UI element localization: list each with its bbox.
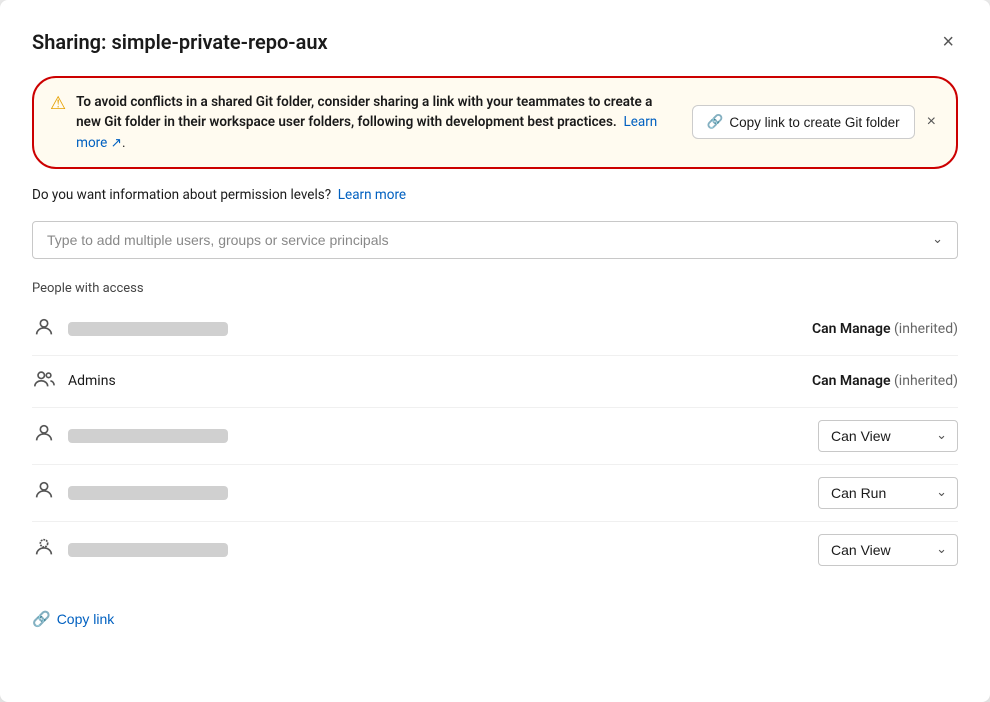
- blurred-name: [68, 486, 228, 500]
- person-left: [32, 422, 228, 449]
- person-row: Can View Can Edit Can Run Can Manage ⌄: [32, 408, 958, 465]
- blurred-name: [68, 429, 228, 443]
- copy-link-button[interactable]: 🔗 Copy link: [32, 610, 114, 628]
- person-row: Admins Can Manage (inherited): [32, 356, 958, 408]
- person-left: [32, 479, 228, 506]
- people-list: Can Manage (inherited) Admins Can Manage…: [32, 304, 958, 578]
- permission-select-wrapper[interactable]: Can View Can Edit Can Run Can Manage ⌄: [818, 534, 958, 566]
- permission-select[interactable]: Can View Can Edit Can Run Can Manage: [831, 485, 945, 501]
- admins-label: Admins: [68, 373, 116, 389]
- person-outline-icon: [32, 536, 56, 563]
- warning-left: ⚠ To avoid conflicts in a shared Git fol…: [50, 92, 680, 153]
- info-row: Do you want information about permission…: [32, 187, 958, 203]
- blurred-name: [68, 322, 228, 336]
- person-icon: [32, 422, 56, 449]
- copy-git-link-icon: 🔗: [707, 114, 724, 130]
- warning-right: 🔗 Copy link to create Git folder ×: [692, 105, 940, 139]
- copy-link-icon: 🔗: [32, 610, 51, 628]
- warning-banner: ⚠ To avoid conflicts in a shared Git fol…: [32, 76, 958, 169]
- dialog-header: Sharing: simple-private-repo-aux ×: [32, 28, 958, 56]
- permission-static: Can Manage (inherited): [812, 321, 958, 337]
- footer: 🔗 Copy link: [32, 598, 958, 628]
- copy-git-folder-button[interactable]: 🔗 Copy link to create Git folder: [692, 105, 915, 139]
- dialog-title: Sharing: simple-private-repo-aux: [32, 30, 328, 54]
- warning-text: To avoid conflicts in a shared Git folde…: [76, 92, 679, 153]
- permission-select-wrapper[interactable]: Can View Can Edit Can Run Can Manage ⌄: [818, 420, 958, 452]
- person-left: Admins: [32, 368, 116, 395]
- search-input[interactable]: [47, 232, 932, 248]
- sharing-dialog: Sharing: simple-private-repo-aux × ⚠ To …: [0, 0, 990, 702]
- person-row: Can View Can Edit Can Run Can Manage ⌄: [32, 522, 958, 578]
- person-left: [32, 536, 228, 563]
- close-button[interactable]: ×: [938, 28, 958, 56]
- copy-link-label: Copy link: [57, 611, 115, 627]
- blurred-name: [68, 543, 228, 557]
- person-row: Can Manage (inherited): [32, 304, 958, 356]
- permission-select-wrapper[interactable]: Can View Can Edit Can Run Can Manage ⌄: [818, 477, 958, 509]
- warning-dismiss-button[interactable]: ×: [923, 111, 940, 133]
- info-learn-more-link[interactable]: Learn more: [338, 187, 406, 203]
- permission-select[interactable]: Can View Can Edit Can Run Can Manage: [831, 542, 945, 558]
- person-left: [32, 316, 228, 343]
- permission-static: Can Manage (inherited): [812, 373, 958, 389]
- person-icon: [32, 316, 56, 343]
- permission-select[interactable]: Can View Can Edit Can Run Can Manage: [831, 428, 945, 444]
- warning-icon: ⚠: [50, 93, 66, 114]
- warning-bold-text: To avoid conflicts in a shared Git folde…: [76, 94, 652, 130]
- person-row: Can View Can Edit Can Run Can Manage ⌄: [32, 465, 958, 522]
- search-box[interactable]: ⌄: [32, 221, 958, 259]
- people-section-label: People with access: [32, 281, 958, 296]
- person-icon: [32, 479, 56, 506]
- group-icon: [32, 368, 56, 395]
- search-chevron-icon: ⌄: [932, 232, 943, 247]
